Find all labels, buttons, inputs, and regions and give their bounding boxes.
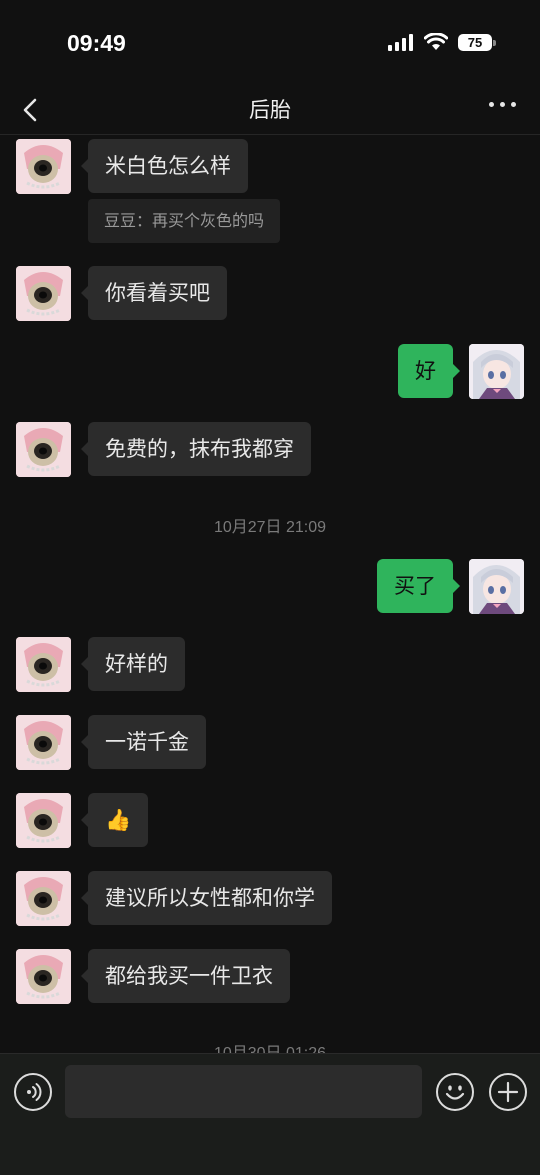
message-bubble-incoming[interactable]: 👍 [80,793,149,847]
message-bubble-incoming[interactable]: 一诺千金 [81,715,206,769]
message-bubble-incoming[interactable]: 都给我买一件卫衣 [81,949,290,1003]
message-timestamp: 10月30日 01:26 [0,1039,540,1053]
ellipsis-icon[interactable] [489,102,516,107]
emoji-icon[interactable] [436,1073,474,1111]
contact-avatar[interactable] [16,422,71,477]
signal-icon [388,33,413,51]
voice-icon[interactable] [14,1073,52,1111]
wifi-icon [424,33,448,50]
contact-avatar[interactable] [16,949,71,1004]
message-bubble-incoming[interactable]: 免费的，抹布我都穿 [81,422,311,476]
message-bubble-incoming[interactable]: 你看着买吧 [81,266,227,320]
plus-icon[interactable] [489,1073,527,1111]
status-time: 09:49 [67,30,126,56]
status-icons: 75 [388,33,496,51]
contact-avatar[interactable] [16,871,71,926]
chat-title: 后胎 [249,98,291,122]
message-input[interactable] [65,1065,422,1118]
quoted-reply[interactable]: 豆豆：再买个灰色的吗 [88,199,281,243]
message-bubble-incoming[interactable]: 米白色怎么样 [81,139,248,193]
message-bubble-outgoing[interactable]: 好 [398,344,460,398]
contact-avatar[interactable] [16,637,71,692]
battery-icon: 75 [458,33,496,51]
user-avatar[interactable] [469,559,524,614]
message-bubble-outgoing[interactable]: 买了 [377,559,460,613]
contact-avatar[interactable] [16,715,71,770]
message-bubble-incoming[interactable]: 建议所以女性都和你学 [81,871,332,925]
input-bar [0,1053,540,1175]
status-bar: 09:49 75 [0,0,540,86]
contact-avatar[interactable] [16,266,71,321]
message-list[interactable]: 米白色怎么样 豆豆：再买个灰色的吗 你看着买吧 好 免费的，抹布我都穿 10月2… [0,135,540,1053]
contact-avatar[interactable] [16,793,71,848]
contact-avatar[interactable] [16,139,71,194]
user-avatar[interactable] [469,344,524,399]
chat-header: 后胎 [0,86,540,135]
message-bubble-incoming[interactable]: 好样的 [81,637,185,691]
message-timestamp: 10月27日 21:09 [213,519,327,536]
